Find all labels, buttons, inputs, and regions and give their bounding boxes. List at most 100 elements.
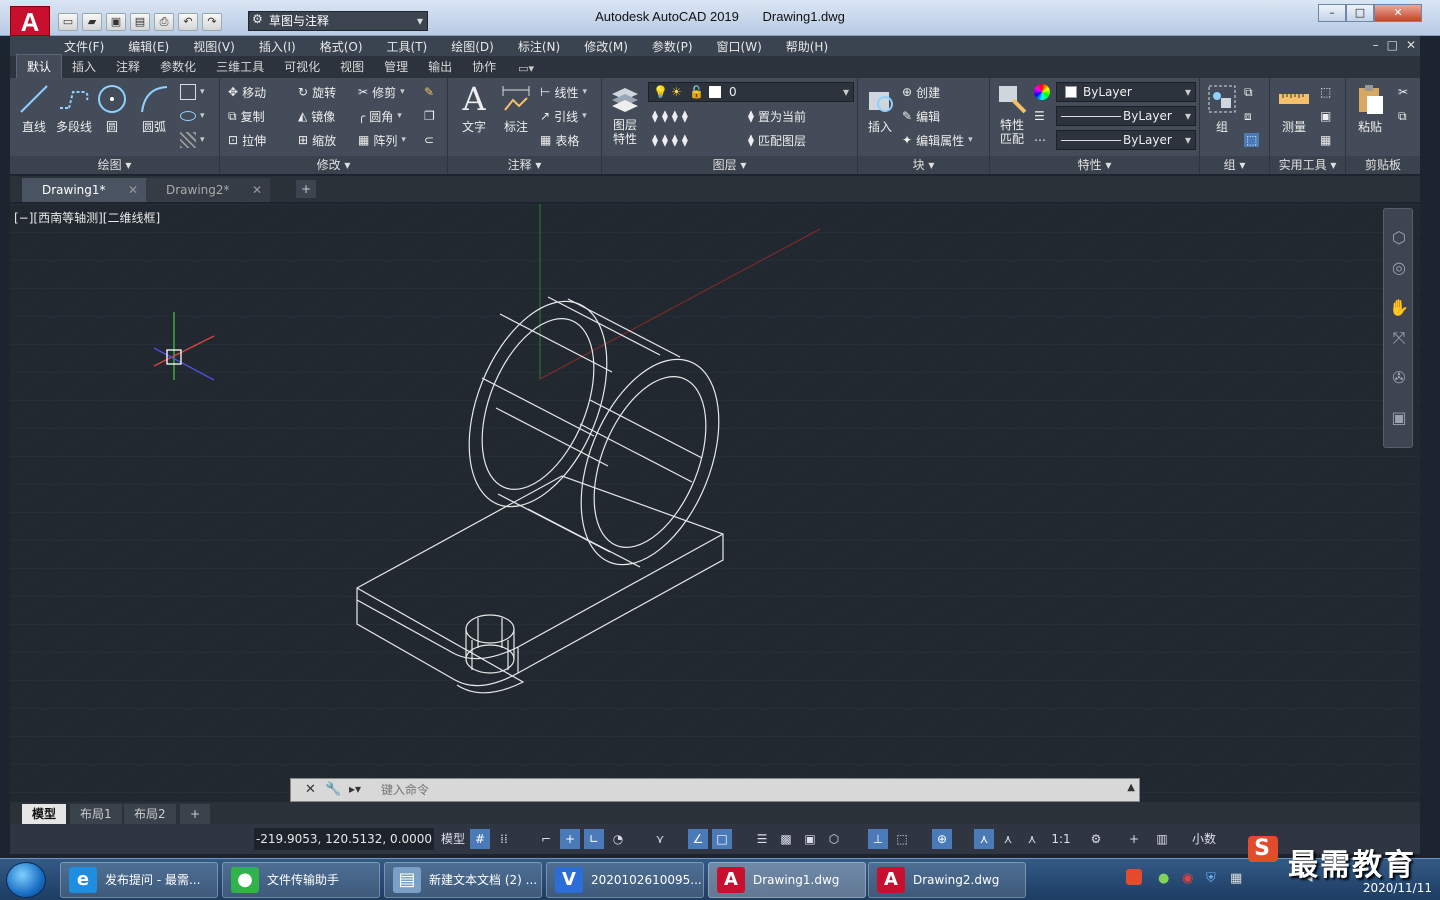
doc-tab-drawing2[interactable]: Drawing2* ✕: [146, 178, 270, 202]
layers-panel-title[interactable]: 图层 ▾: [602, 156, 857, 174]
draw-panel-title[interactable]: 绘图 ▾: [10, 156, 219, 174]
drawing-canvas[interactable]: [−][西南等轴测][二维线框] ⬡ ◎ ✋ ⤧ ✇ ▣ ✕ 🔧 ▸▾ ▲: [10, 204, 1420, 802]
tab-visualize[interactable]: 可视化: [274, 55, 330, 78]
group-tool[interactable]: 组: [1204, 82, 1240, 135]
close-icon[interactable]: ✕: [252, 178, 262, 202]
menu-help[interactable]: 帮助(H): [786, 38, 828, 55]
properties-panel-title[interactable]: 特性 ▾: [990, 156, 1199, 174]
linear-dim-tool[interactable]: ⊢ 线性 ▾: [540, 82, 587, 102]
layer-lock-icon[interactable]: ⧫: [682, 109, 688, 123]
insert-block-tool[interactable]: 插入: [862, 82, 898, 135]
workspace-gear-icon[interactable]: ⚙: [1086, 829, 1106, 849]
zoom-icon[interactable]: ⤧: [1388, 327, 1410, 349]
fillet-tool[interactable]: ╭ 圆角 ▾: [358, 106, 402, 126]
layer-select[interactable]: 💡 ☀ 🔓 0: [648, 82, 854, 102]
doc-close-button[interactable]: ✕: [1406, 38, 1416, 52]
gizmo-icon[interactable]: ⊕: [932, 829, 952, 849]
menu-parametric[interactable]: 参数(P): [652, 38, 693, 55]
layer-off-icon[interactable]: ⧫: [652, 109, 658, 123]
menu-edit[interactable]: 编辑(E): [128, 38, 169, 55]
ellipse-tool[interactable]: ▾: [180, 106, 205, 126]
tab-view[interactable]: 视图: [330, 55, 374, 78]
snap-icon[interactable]: ⁞⁞: [494, 829, 514, 849]
color-wheel-icon[interactable]: [1034, 82, 1050, 102]
layer-unlock-icon[interactable]: ⧫: [682, 133, 688, 147]
linetype-select[interactable]: ByLayer: [1056, 106, 1196, 126]
edit-block-tool[interactable]: ✎ 编辑: [902, 106, 940, 126]
close-icon[interactable]: ✕: [128, 178, 138, 202]
plus-icon[interactable]: +: [1124, 829, 1144, 849]
annotation-scale-icon[interactable]: ⋏: [1022, 829, 1042, 849]
scale-tool[interactable]: ⊞ 缩放: [298, 130, 336, 150]
layer-unisolate-icon[interactable]: ⧫: [662, 133, 668, 147]
selection-cycling-icon[interactable]: ▣: [800, 829, 820, 849]
polyline-tool[interactable]: 多段线: [54, 82, 94, 135]
taskbar-item-browser[interactable]: e 发布提问 - 最需...: [60, 862, 218, 898]
tab-manage[interactable]: 管理: [374, 55, 418, 78]
color-select[interactable]: ByLayer: [1056, 82, 1196, 102]
match-properties-tool[interactable]: 特性 匹配: [994, 82, 1030, 146]
close-button[interactable]: ✕: [1374, 4, 1422, 22]
start-button[interactable]: [6, 862, 46, 898]
taskbar-item-drawing2[interactable]: A Drawing2.dwg: [868, 862, 1026, 898]
set-current-tool[interactable]: ⧫ 置为当前: [748, 106, 806, 126]
doc-tab-drawing1[interactable]: Drawing1* ✕: [22, 178, 146, 202]
orbit-icon[interactable]: ✇: [1388, 367, 1410, 389]
menu-file[interactable]: 文件(F): [64, 38, 104, 55]
dynamic-ucs-icon[interactable]: ⊥: [868, 829, 888, 849]
dynamic-input-icon[interactable]: +: [560, 829, 580, 849]
tab-3d-tools[interactable]: 三维工具: [206, 55, 274, 78]
offset-tool[interactable]: ⊂: [424, 130, 434, 150]
move-tool[interactable]: ✥ 移动: [228, 82, 266, 102]
infer-constraints-icon[interactable]: ⌐: [536, 829, 556, 849]
object-snap-tracking-icon[interactable]: ∠: [688, 829, 708, 849]
units-select[interactable]: 小数: [1174, 829, 1234, 849]
layer-thaw-icon[interactable]: ⧫: [672, 133, 678, 147]
antivirus-icon[interactable]: ◉: [1182, 871, 1193, 886]
trim-tool[interactable]: ✂ 修剪 ▾: [358, 82, 405, 102]
create-block-tool[interactable]: ⊕ 创建: [902, 82, 940, 102]
arc-tool[interactable]: 圆弧: [136, 82, 172, 135]
copy-clip-icon[interactable]: ⧉: [1398, 106, 1407, 126]
modify-panel-title[interactable]: 修改 ▾: [220, 156, 447, 174]
close-icon[interactable]: ✕: [305, 782, 316, 797]
pan-hand-icon[interactable]: ✋: [1388, 297, 1410, 319]
add-layout-button[interactable]: +: [180, 804, 211, 824]
lineweight-toggle-icon[interactable]: ☰: [752, 829, 772, 849]
layer-freeze-icon[interactable]: ⧫: [672, 109, 678, 123]
select-all-icon[interactable]: ▣: [1320, 106, 1331, 126]
menu-dimension[interactable]: 标注(N): [518, 38, 560, 55]
minimize-button[interactable]: –: [1318, 4, 1346, 22]
steering-wheel-icon[interactable]: ◎: [1388, 257, 1410, 279]
ortho-icon[interactable]: ∟: [584, 829, 604, 849]
rectangle-tool[interactable]: ▾: [180, 82, 205, 102]
coordinate-readout[interactable]: -219.9053, 120.5132, 0.0000: [254, 828, 434, 850]
layer-properties-tool[interactable]: 图层 特性: [606, 82, 644, 146]
annotation-scale-select[interactable]: 1:1: [1044, 829, 1078, 849]
network-icon[interactable]: ▦: [1230, 871, 1242, 886]
restore-button[interactable]: □: [1346, 4, 1374, 22]
tab-insert[interactable]: 插入: [62, 55, 106, 78]
command-prompt-icon[interactable]: ▸▾: [349, 782, 361, 796]
ribbon-collapse-icon[interactable]: ▭▾: [506, 59, 546, 78]
menu-draw[interactable]: 绘图(D): [451, 38, 494, 55]
wrench-icon[interactable]: 🔧: [325, 782, 341, 797]
quick-select-icon[interactable]: ⬚: [1320, 82, 1331, 102]
block-panel-title[interactable]: 块 ▾: [858, 156, 989, 174]
mirror-tool[interactable]: ◭ 镜像: [298, 106, 335, 126]
calculator-icon[interactable]: ▦: [1320, 130, 1331, 150]
groups-panel-title[interactable]: 组 ▾: [1200, 156, 1269, 174]
command-input[interactable]: [381, 781, 1101, 799]
new-tab-button[interactable]: +: [296, 180, 316, 198]
menu-view[interactable]: 视图(V): [193, 38, 235, 55]
cut-icon[interactable]: ✂: [1398, 82, 1408, 102]
annotation-panel-title[interactable]: 注释 ▾: [448, 156, 601, 174]
measure-tool[interactable]: 测量: [1274, 82, 1314, 135]
tab-output[interactable]: 输出: [418, 55, 462, 78]
tab-annotate[interactable]: 注释: [106, 55, 150, 78]
explode-tool[interactable]: ❐: [424, 106, 435, 126]
auto-scale-icon[interactable]: ⋏: [998, 829, 1018, 849]
model-space-toggle[interactable]: 模型: [438, 829, 468, 849]
group-edit-icon[interactable]: ⧈: [1244, 106, 1252, 126]
taskbar-item-wechat[interactable]: ● 文件传输助手: [222, 862, 380, 898]
